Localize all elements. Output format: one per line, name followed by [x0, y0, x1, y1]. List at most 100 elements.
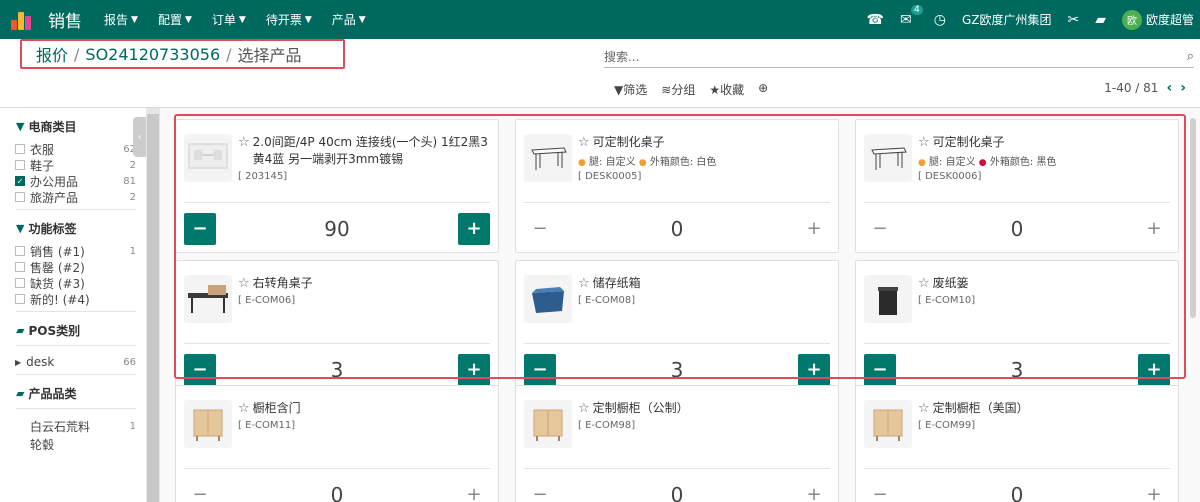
quantity-value[interactable]: 0: [671, 217, 684, 241]
decrease-button[interactable]: −: [184, 212, 216, 245]
quantity-value[interactable]: 3: [1011, 358, 1024, 382]
increase-button[interactable]: +: [798, 479, 830, 502]
checkbox[interactable]: [15, 160, 25, 170]
user-name[interactable]: 欧度超管: [1146, 11, 1194, 28]
checkbox[interactable]: [15, 262, 25, 272]
filter-item[interactable]: ✓ 办公用品 81: [15, 173, 136, 189]
favorite-star-icon[interactable]: ☆: [918, 275, 930, 292]
product-code: [ E-COM06]: [238, 295, 296, 306]
app-logo-icon[interactable]: [10, 8, 34, 32]
increase-button[interactable]: +: [457, 353, 490, 386]
avatar[interactable]: 欧: [1121, 9, 1142, 30]
product-card[interactable]: ☆ 橱柜含门 [ E-COM11] − 0 +: [175, 385, 499, 502]
increase-button[interactable]: +: [798, 213, 830, 245]
favorite-star-icon[interactable]: ☆: [238, 400, 250, 417]
filter-item[interactable]: 旅游产品 2: [15, 189, 136, 205]
product-card[interactable]: ☆ 储存纸箱 [ E-COM08] − 3 +: [515, 260, 839, 394]
increase-button[interactable]: +: [1138, 479, 1170, 502]
quantity-value[interactable]: 0: [671, 483, 684, 502]
quantity-value[interactable]: 0: [1011, 217, 1024, 241]
product-card[interactable]: ☆ 可定制化桌子 ● 腿: 自定义 ● 外箱颜色: 黑色 [ DESK0006] − 0…: [855, 119, 1179, 253]
increase-button[interactable]: +: [458, 479, 490, 502]
favorite-star-icon[interactable]: ☆: [238, 275, 250, 292]
menu-item-3[interactable]: 待开票 ▼: [266, 11, 312, 28]
decrease-button[interactable]: −: [184, 479, 216, 502]
product-image: [524, 275, 572, 323]
product-card[interactable]: ☆ 右转角桌子 [ E-COM06] − 3 +: [175, 260, 499, 394]
menu-item-0[interactable]: 报告 ▼: [104, 11, 138, 28]
increase-button[interactable]: +: [1138, 213, 1170, 245]
filter-button[interactable]: ▼筛选: [614, 81, 647, 98]
checkbox[interactable]: [15, 246, 25, 256]
product-card[interactable]: ☆ 废纸篓 [ E-COM10] − 3 +: [855, 260, 1179, 394]
decrease-button[interactable]: −: [524, 479, 556, 502]
favorite-star-icon[interactable]: ☆: [578, 134, 590, 151]
checkbox[interactable]: [15, 192, 25, 202]
collapse-sidebar-icon[interactable]: ‹: [133, 117, 146, 157]
clock-icon[interactable]: ◷: [934, 12, 946, 28]
increase-button[interactable]: +: [797, 353, 830, 386]
breadcrumb-order[interactable]: SO24120733056: [85, 45, 220, 64]
favorite-star-icon[interactable]: ☆: [918, 134, 930, 151]
pager-previous-icon[interactable]: ‹: [1166, 80, 1172, 96]
decrease-button[interactable]: −: [864, 213, 896, 245]
filter-item[interactable]: 鞋子 2: [15, 157, 136, 173]
favorite-star-icon[interactable]: ☆: [918, 400, 930, 417]
debug-tools-icon[interactable]: ✂: [1067, 12, 1079, 28]
decrease-button[interactable]: −: [524, 353, 556, 386]
caret-right-icon[interactable]: ▶: [15, 358, 21, 367]
menu-item-1[interactable]: 配置 ▼: [158, 11, 192, 28]
notes-icon[interactable]: ▰: [1095, 12, 1106, 28]
increase-button[interactable]: +: [1137, 353, 1170, 386]
decrease-button[interactable]: −: [184, 353, 216, 386]
menu-item-4[interactable]: 产品 ▼: [332, 11, 366, 28]
filter-item[interactable]: 轮毂: [30, 435, 136, 453]
kanban-scrollbar[interactable]: [1190, 118, 1196, 318]
favorites-button[interactable]: ★收藏: [709, 81, 744, 98]
menu-item-2[interactable]: 订单 ▼: [212, 11, 246, 28]
company-switcher[interactable]: GZ欧度广州集团: [962, 11, 1052, 28]
product-card[interactable]: ☆ 2.0间距/4P 40cm 连接线(一个头) 1红2黑3黄4蓝 另一端剥开3m…: [175, 119, 499, 253]
checkbox[interactable]: ✓: [15, 176, 25, 186]
group-by-button[interactable]: ≋分组: [661, 81, 695, 98]
filter-item[interactable]: 售罄 (#2): [15, 259, 136, 275]
pager-value[interactable]: 1-40 / 81: [1104, 81, 1158, 95]
search-input[interactable]: [604, 49, 1187, 64]
filter-item[interactable]: 新的! (#4): [15, 291, 136, 307]
product-image: [524, 134, 572, 182]
app-name[interactable]: 销售: [48, 7, 82, 32]
product-image: [524, 400, 572, 448]
favorite-star-icon[interactable]: ☆: [578, 275, 590, 292]
decrease-button[interactable]: −: [864, 353, 896, 386]
favorite-star-icon[interactable]: ☆: [578, 400, 590, 417]
checkbox[interactable]: [15, 294, 25, 304]
filter-item[interactable]: 销售 (#1) 1: [15, 243, 136, 259]
product-card[interactable]: ☆ 定制橱柜（公制） [ E-COM98] − 0 +: [515, 385, 839, 502]
filter-item[interactable]: 缺货 (#3): [15, 275, 136, 291]
decrease-button[interactable]: −: [864, 479, 896, 502]
quantity-value[interactable]: 90: [324, 217, 349, 241]
filter-item[interactable]: ▶ desk 66: [15, 354, 136, 370]
quantity-value[interactable]: 3: [331, 358, 344, 382]
increase-button[interactable]: +: [457, 212, 490, 245]
sidebar-scrollbar[interactable]: [146, 108, 160, 502]
breadcrumb-quotation[interactable]: 报价: [36, 42, 68, 66]
zoom-icon[interactable]: ⊕: [758, 81, 768, 98]
quantity-value[interactable]: 3: [671, 358, 684, 382]
pager-next-icon[interactable]: ›: [1180, 80, 1186, 96]
favorite-star-icon[interactable]: ☆: [238, 134, 250, 168]
product-card[interactable]: ☆ 可定制化桌子 ● 腿: 自定义 ● 外箱颜色: 白色 [ DESK0005] − 0…: [515, 119, 839, 253]
chat-badge: 4: [910, 4, 923, 15]
product-code: [ E-COM98]: [578, 420, 636, 431]
quantity-value[interactable]: 0: [1011, 483, 1024, 502]
quantity-value[interactable]: 0: [331, 483, 344, 502]
product-card[interactable]: ☆ 定制橱柜（美国） [ E-COM99] − 0 +: [855, 385, 1179, 502]
filter-item[interactable]: 衣服 62: [15, 141, 136, 157]
filter-item[interactable]: 白云石荒料 1: [30, 417, 136, 435]
chat-icon[interactable]: ✉ 4: [900, 4, 923, 28]
decrease-button[interactable]: −: [524, 213, 556, 245]
checkbox[interactable]: [15, 278, 25, 288]
search-icon[interactable]: ⌕: [1187, 49, 1194, 64]
phone-icon[interactable]: ☎: [867, 12, 884, 28]
checkbox[interactable]: [15, 144, 25, 154]
